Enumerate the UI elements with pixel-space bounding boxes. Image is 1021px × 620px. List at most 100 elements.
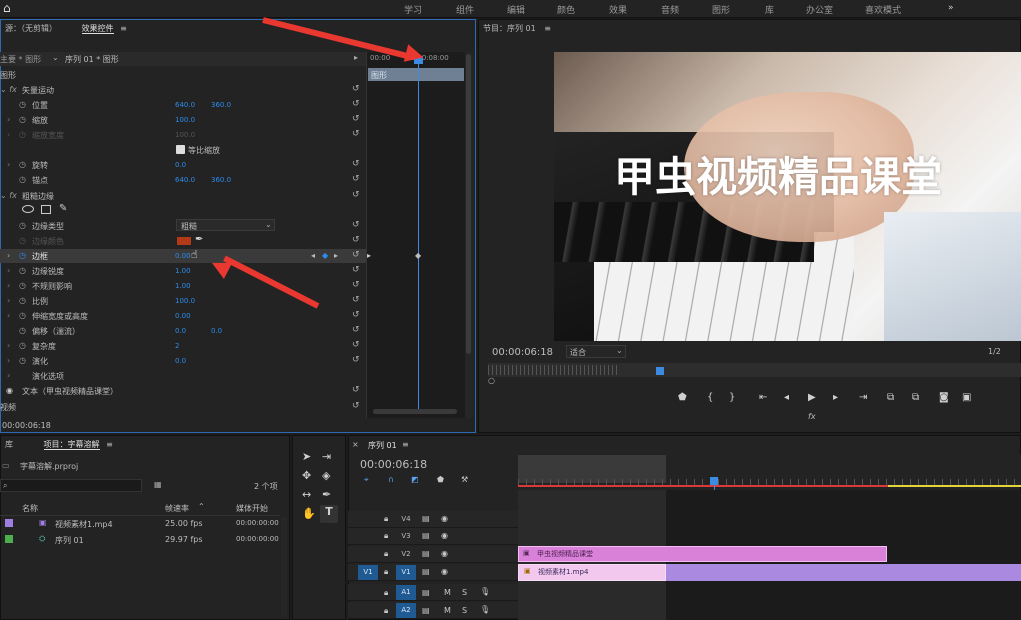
lock-icon[interactable]: 🔒︎ xyxy=(384,567,388,577)
stopwatch-icon[interactable]: ◷ xyxy=(19,160,26,169)
reset-icon[interactable]: ↺ xyxy=(352,295,360,305)
eye-icon[interactable]: ◉ xyxy=(441,549,448,558)
track-label-a1[interactable]: A1 xyxy=(396,585,416,600)
workspace-tab-office[interactable]: 办公室 xyxy=(806,3,833,16)
stopwatch-icon[interactable]: ◷ xyxy=(19,266,26,275)
mark-out-icon[interactable]: } xyxy=(729,392,735,403)
column-name[interactable]: 名称 xyxy=(22,503,38,514)
eye-icon[interactable]: ◉ xyxy=(441,567,448,576)
sync-lock-icon[interactable]: ▤ xyxy=(422,588,430,597)
reset-icon[interactable]: ↺ xyxy=(352,265,360,275)
stopwatch-icon[interactable]: ◷ xyxy=(19,341,26,350)
panel-menu-icon[interactable]: ≡ xyxy=(120,24,127,33)
eye-icon[interactable]: ◉ xyxy=(6,386,13,395)
sync-lock-icon[interactable]: ▤ xyxy=(422,531,430,540)
anchor-x-value[interactable]: 640.0 xyxy=(175,176,195,184)
workspace-overflow-icon[interactable]: » xyxy=(948,3,954,13)
source-patch-v1[interactable]: V1 xyxy=(358,565,378,580)
reset-icon[interactable]: ↺ xyxy=(352,99,360,109)
panel-menu-icon[interactable]: ≡ xyxy=(402,440,409,449)
project-item-row[interactable]: ⛭ 序列 01 29.97 fps 00:00:00:00 xyxy=(0,533,280,548)
track-select-tool-icon[interactable]: ⇥ xyxy=(322,450,331,463)
video-clip[interactable]: ▣ 视频素材1.mp4 xyxy=(518,564,1021,581)
reset-icon[interactable]: ↺ xyxy=(352,325,360,335)
rectangle-mask-icon[interactable] xyxy=(41,205,51,214)
program-title[interactable]: 节目：序列 01 xyxy=(483,24,536,33)
solo-icon[interactable]: S xyxy=(462,606,467,615)
eye-icon[interactable]: ◉ xyxy=(441,514,448,523)
razor-tool-icon[interactable]: ◈ xyxy=(322,469,330,482)
next-keyframe-icon[interactable]: ▸ xyxy=(334,251,338,260)
timeline-zoom-scrollbar[interactable] xyxy=(373,409,457,414)
mute-icon[interactable]: M xyxy=(444,606,451,615)
border-value[interactable]: 0.00 xyxy=(175,252,191,260)
ellipse-mask-icon[interactable] xyxy=(22,205,34,213)
anchor-y-value[interactable]: 360.0 xyxy=(211,176,231,184)
edge-sharpness-value[interactable]: 1.00 xyxy=(175,267,191,275)
reset-icon[interactable]: ↺ xyxy=(352,401,360,411)
position-x-value[interactable]: 640.0 xyxy=(175,101,195,109)
chevron-down-icon[interactable]: ⌄ xyxy=(52,53,59,62)
stopwatch-icon[interactable]: ◷ xyxy=(19,281,26,290)
graphic-clip[interactable]: ▣ 甲虫视频精品课堂 xyxy=(518,546,887,562)
graphic-clip-bar[interactable]: 图形 xyxy=(368,68,464,81)
scrollbar-thumb[interactable] xyxy=(466,54,471,354)
scale-value[interactable]: 100.0 xyxy=(175,116,195,124)
home-icon[interactable]: ⌂ xyxy=(3,1,11,15)
sync-lock-icon[interactable]: ▤ xyxy=(422,549,430,558)
play-only-icon[interactable]: ▸ xyxy=(354,53,358,62)
complexity-value[interactable]: 2 xyxy=(175,342,179,350)
reset-icon[interactable]: ↺ xyxy=(352,340,360,350)
settings-wrench-icon[interactable]: ⚒ xyxy=(461,475,468,484)
sequence-clip-label[interactable]: 序列 01 * 图形 xyxy=(65,54,119,65)
offset-y-value[interactable]: 0.0 xyxy=(211,327,222,335)
new-bin-icon[interactable]: ▦ xyxy=(154,480,162,489)
go-to-out-icon[interactable]: ⇥ xyxy=(859,392,867,403)
reset-icon[interactable]: ↺ xyxy=(352,250,360,260)
stopwatch-icon[interactable]: ◷ xyxy=(19,175,26,184)
mark-in-icon[interactable]: { xyxy=(707,392,713,403)
lock-icon[interactable]: 🔒︎ xyxy=(384,606,388,616)
checkbox-checked-icon[interactable] xyxy=(176,145,185,154)
workspace-tab-editing[interactable]: 编辑 xyxy=(507,3,525,16)
step-back-icon[interactable]: ◂ xyxy=(784,392,789,403)
scrubber-playhead[interactable] xyxy=(656,367,664,375)
reset-icon[interactable]: ↺ xyxy=(352,355,360,365)
pen-tool-icon[interactable]: ✒ xyxy=(322,488,331,501)
column-framerate[interactable]: 帧速率 xyxy=(165,503,189,514)
fx-icon[interactable]: fx xyxy=(808,412,816,421)
slip-tool-icon[interactable]: ↔ xyxy=(302,488,311,501)
extract-icon[interactable]: ⧉ xyxy=(912,392,919,403)
fit-dropdown[interactable]: 适合 ⌄ xyxy=(566,345,626,358)
eyedropper-icon[interactable]: ✒ xyxy=(195,234,203,245)
rotation-value[interactable]: 0.0 xyxy=(175,161,186,169)
microphone-icon[interactable]: 🎙︎ xyxy=(480,605,490,614)
reset-icon[interactable]: ↺ xyxy=(352,84,360,94)
stopwatch-icon[interactable]: ◷ xyxy=(19,100,26,109)
track-label-a2[interactable]: A2 xyxy=(396,603,416,618)
project-search-input[interactable]: ⌕ xyxy=(0,479,142,492)
linked-selection-icon[interactable]: ◩ xyxy=(411,475,419,484)
project-scrollbar[interactable] xyxy=(281,517,287,617)
offset-x-value[interactable]: 0.0 xyxy=(175,327,186,335)
stretch-value[interactable]: 0.00 xyxy=(175,312,191,320)
workspace-tab-audio[interactable]: 音频 xyxy=(661,3,679,16)
ripple-edit-tool-icon[interactable]: ✥ xyxy=(302,469,311,482)
effect-controls-tab[interactable]: 效果控件 xyxy=(81,24,114,34)
stopwatch-icon[interactable]: ◷ xyxy=(19,221,26,230)
microphone-icon[interactable]: 🎙︎ xyxy=(480,587,490,596)
library-tab[interactable]: 库 xyxy=(5,440,13,449)
pen-mask-icon[interactable]: ✎ xyxy=(59,203,67,214)
reset-icon[interactable]: ↺ xyxy=(352,385,360,395)
track-label-v1[interactable]: V1 xyxy=(396,565,416,580)
sync-lock-icon[interactable]: ▤ xyxy=(422,606,430,615)
lock-icon[interactable]: 🔒︎ xyxy=(384,588,388,598)
reset-icon[interactable]: ↺ xyxy=(352,220,360,230)
column-media-start[interactable]: 媒体开始 xyxy=(236,503,268,514)
sequence-tab[interactable]: 序列 01 xyxy=(368,440,397,451)
reset-icon[interactable]: ↺ xyxy=(352,190,360,200)
nest-icon[interactable]: ⌖ xyxy=(364,475,369,485)
workspace-tab-color[interactable]: 颜色 xyxy=(557,3,575,16)
solo-icon[interactable]: S xyxy=(462,588,467,597)
stopwatch-icon[interactable]: ◷ xyxy=(19,296,26,305)
